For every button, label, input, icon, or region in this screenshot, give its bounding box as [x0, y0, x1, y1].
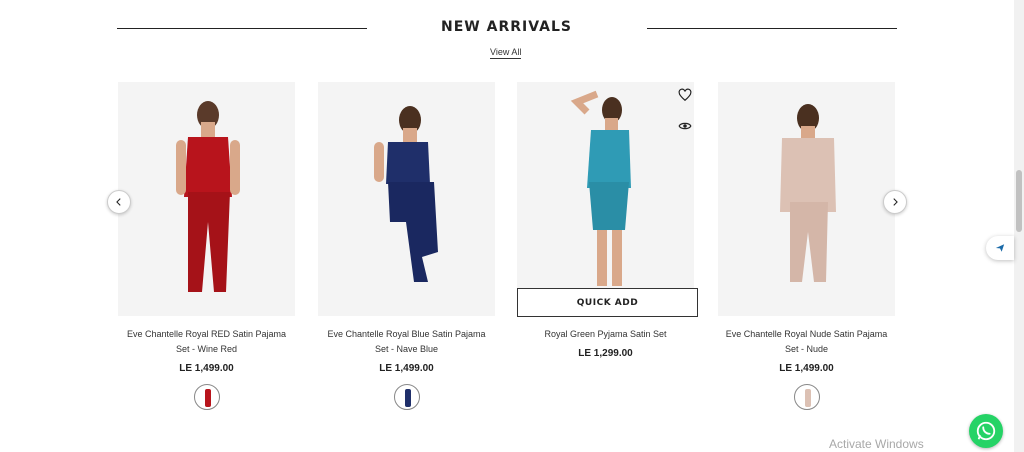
color-swatch[interactable]	[393, 384, 420, 410]
product-price: LE 1,499.00	[379, 363, 434, 374]
header-rule-right	[647, 28, 897, 29]
color-swatch[interactable]	[793, 384, 820, 410]
product-price: LE 1,499.00	[779, 363, 834, 374]
product-card[interactable]: Eve Chantelle Royal Blue Satin Pajama Se…	[318, 82, 495, 410]
product-card[interactable]: Eve Chantelle Royal RED Satin Pajama Set…	[118, 82, 295, 410]
carousel-next-button[interactable]	[883, 190, 907, 214]
product-image[interactable]	[118, 82, 295, 316]
product-card[interactable]: QUICK ADD Royal Green Pyjama Satin Set L…	[517, 82, 698, 359]
color-swatch[interactable]	[193, 384, 220, 410]
floating-side-button[interactable]	[986, 236, 1014, 260]
product-image[interactable]	[718, 82, 895, 316]
page-scrollbar[interactable]	[1014, 0, 1024, 452]
product-title[interactable]: Eve Chantelle Royal RED Satin Pajama Set…	[118, 327, 295, 357]
product-image[interactable]	[318, 82, 495, 316]
paper-plane-icon	[995, 244, 1005, 252]
product-price: LE 1,499.00	[179, 363, 234, 374]
product-title[interactable]: Royal Green Pyjama Satin Set	[517, 327, 694, 342]
product-card[interactable]: Eve Chantelle Royal Nude Satin Pajama Se…	[718, 82, 895, 410]
product-price: LE 1,299.00	[578, 348, 633, 359]
product-title[interactable]: Eve Chantelle Royal Blue Satin Pajama Se…	[318, 327, 495, 357]
heart-icon[interactable]	[678, 88, 692, 102]
whatsapp-button[interactable]	[969, 414, 1003, 448]
section-title: NEW ARRIVALS	[441, 19, 572, 35]
activate-windows-watermark: Activate Windows	[829, 437, 924, 451]
chevron-right-icon	[893, 198, 898, 206]
product-image[interactable]	[517, 82, 694, 316]
view-all-link[interactable]: View All	[490, 47, 522, 59]
eye-icon[interactable]	[678, 119, 692, 133]
whatsapp-icon	[976, 421, 996, 441]
quick-add-button[interactable]: QUICK ADD	[517, 288, 698, 317]
section-header: NEW ARRIVALS View All	[0, 0, 1024, 70]
product-title[interactable]: Eve Chantelle Royal Nude Satin Pajama Se…	[718, 327, 895, 357]
chevron-left-icon	[116, 198, 121, 206]
scroll-thumb[interactable]	[1016, 170, 1022, 232]
carousel-prev-button[interactable]	[107, 190, 131, 214]
